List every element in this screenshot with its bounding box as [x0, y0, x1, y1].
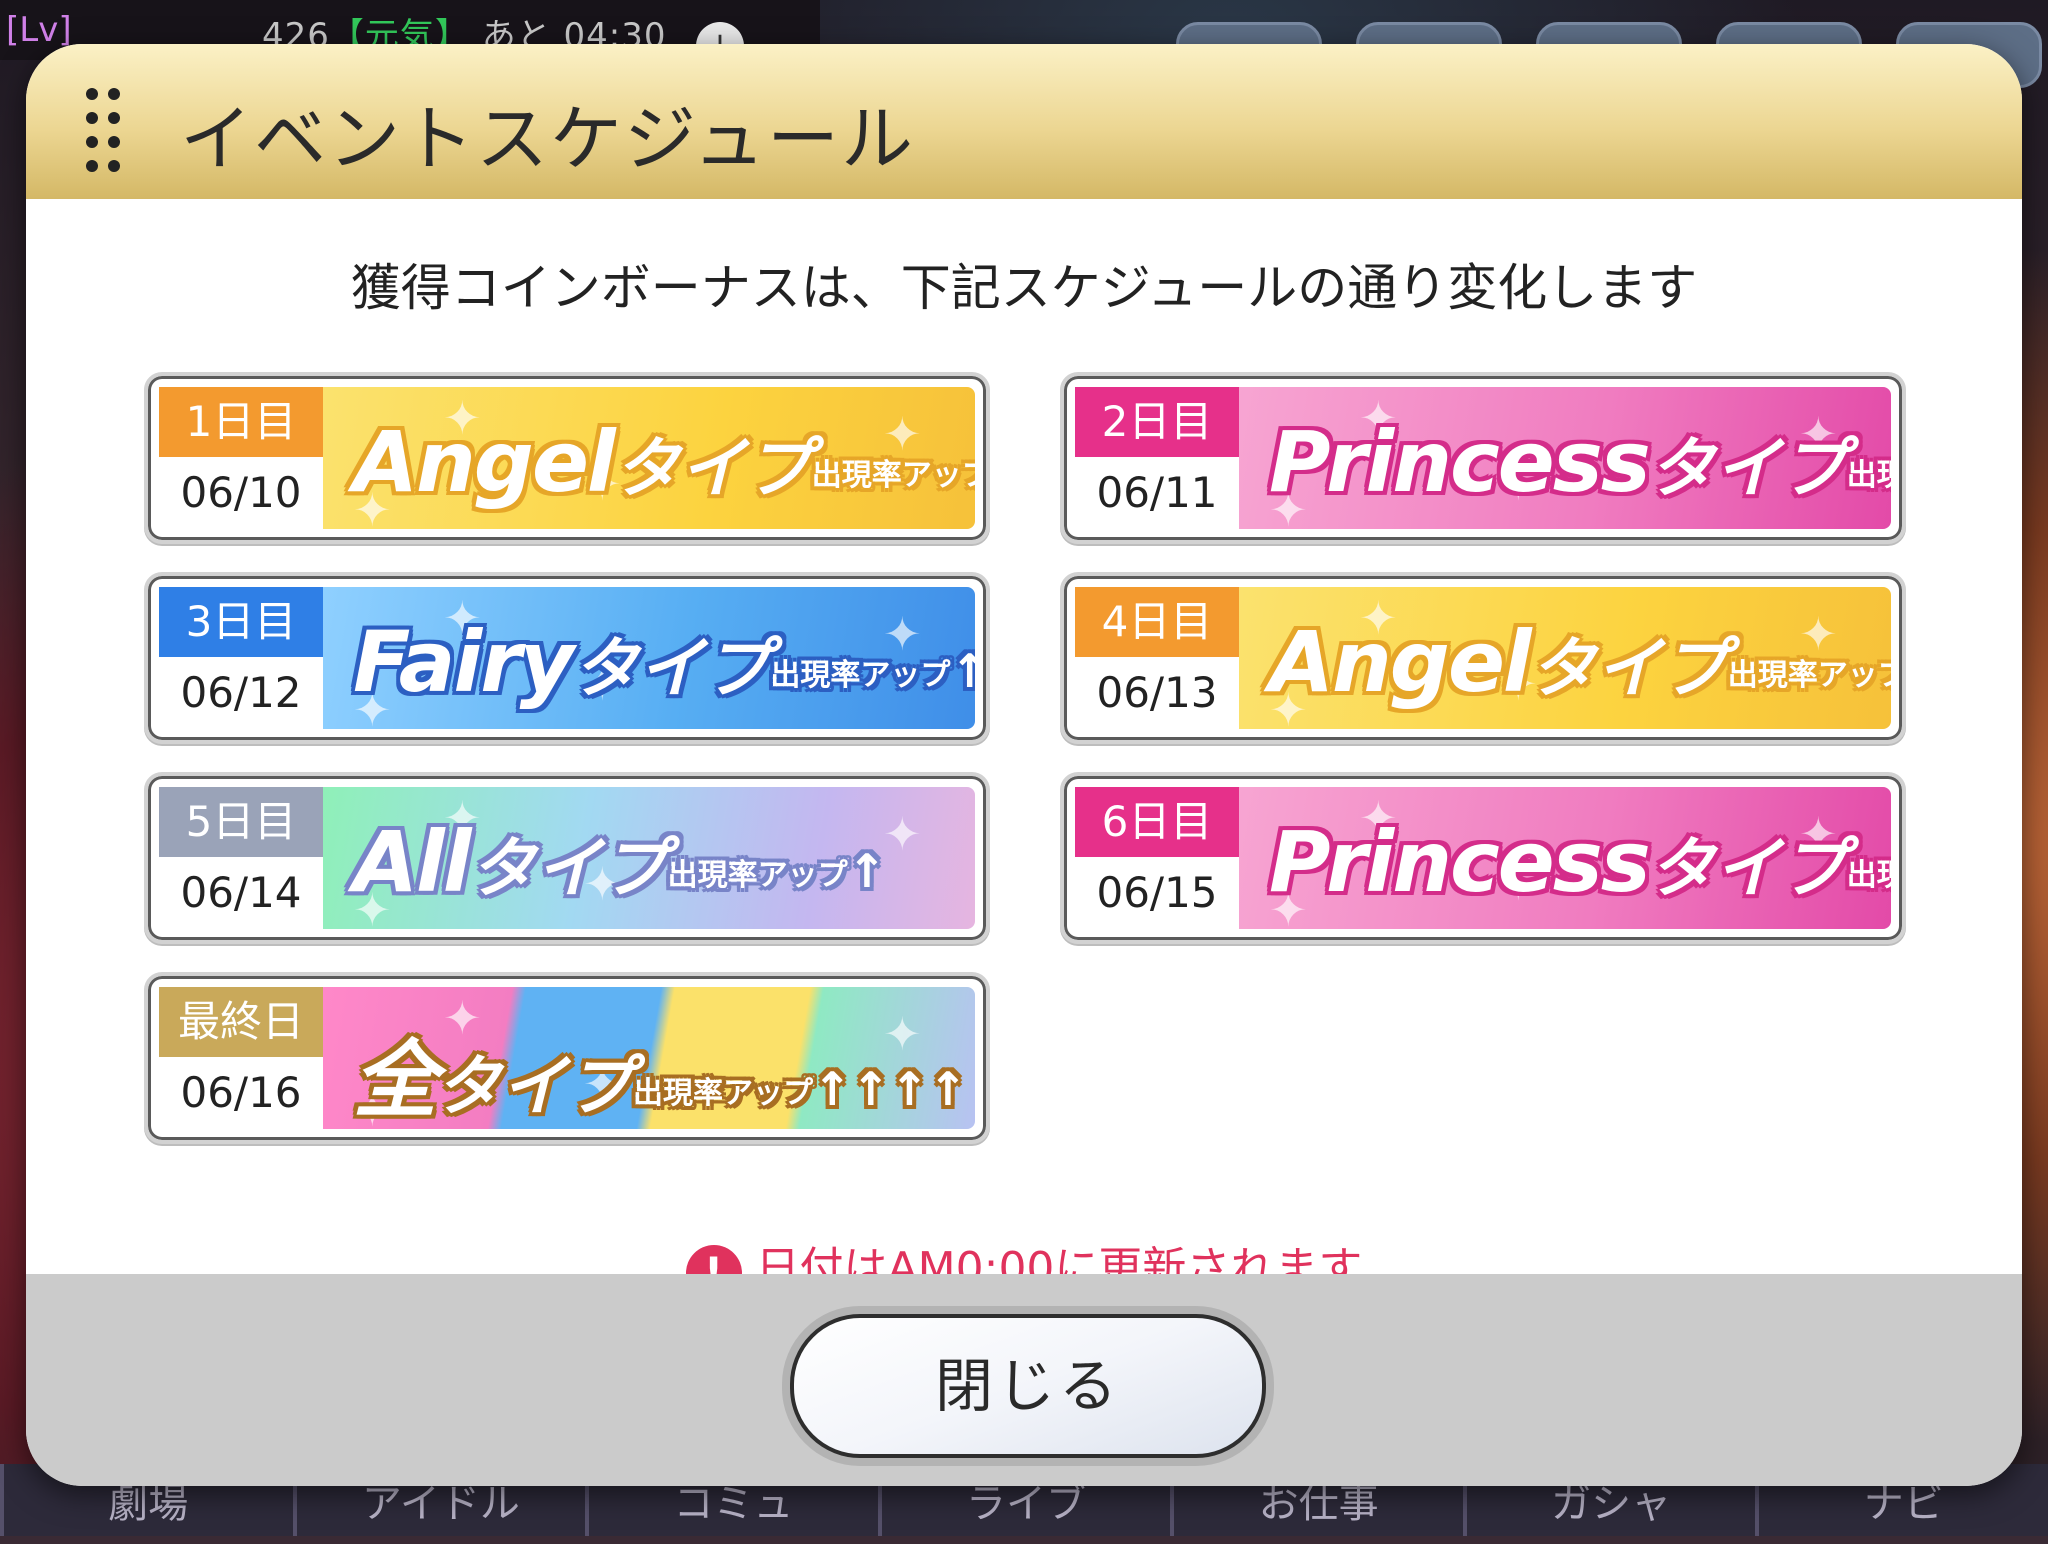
banner-label: Princessタイプ出現率アップ↑ — [1269, 813, 1891, 911]
type-suffix: タイプ — [613, 430, 812, 507]
type-suffix: タイプ — [1648, 830, 1847, 907]
type-suffix: タイプ — [1529, 630, 1728, 707]
banner-label: 全タイプ出現率アップ↑↑↑↑ — [353, 1013, 967, 1129]
type-suffix: タイプ — [469, 830, 668, 907]
type-banner: ✦✦✦✦✦Angelタイプ出現率アップ↑ — [1239, 587, 1891, 729]
day-date: 06/10 — [159, 457, 323, 529]
type-name: Princess — [1269, 413, 1651, 511]
schedule-row: 2日目06/11✦✦✦✦✦Princessタイプ出現率アップ↑ — [1060, 372, 1906, 544]
dialog-footer: 閉じる — [26, 1274, 2022, 1486]
type-suffix: タイプ — [572, 630, 771, 707]
close-button[interactable]: 閉じる — [790, 1314, 1266, 1458]
day-badge: 3日目 — [159, 587, 323, 657]
schedule-row: 5日目06/14✦✦✦✦✦Allタイプ出現率アップ↑ — [144, 772, 990, 944]
type-name: Fairy — [353, 613, 574, 711]
day-badge: 6日目 — [1075, 787, 1239, 857]
type-banner: ✦✦✦✦✦Princessタイプ出現率アップ↑ — [1239, 787, 1891, 929]
sparkle-icon: ✦ — [883, 807, 922, 861]
day-date: 06/13 — [1075, 657, 1239, 729]
schedule-row: 最終日06/16✦✦✦✦✦全タイプ出現率アップ↑↑↑↑ — [144, 972, 990, 1144]
day-badge: 最終日 — [159, 987, 323, 1057]
day-date: 06/14 — [159, 857, 323, 929]
banner-label: Princessタイプ出現率アップ↑ — [1269, 413, 1891, 511]
type-name: Angel — [1269, 613, 1532, 711]
schedule-row: 4日目06/13✦✦✦✦✦Angelタイプ出現率アップ↑ — [1060, 572, 1906, 744]
banner-label: Allタイプ出現率アップ↑ — [353, 813, 886, 911]
schedule-row: 3日目06/12✦✦✦✦✦Fairyタイプ出現率アップ↑ — [144, 572, 990, 744]
type-banner: ✦✦✦✦✦Princessタイプ出現率アップ↑ — [1239, 387, 1891, 529]
intro-text: 獲得コインボーナスは、下記スケジュールの通り変化します — [350, 259, 1698, 317]
up-arrow-icon: ↑↑↑↑ — [813, 1062, 968, 1116]
schedule-row: 1日目06/10✦✦✦✦✦Angelタイプ出現率アップ↑ — [144, 372, 990, 544]
rate-text: 出現率アップ — [667, 858, 848, 893]
type-name: 全 — [353, 1031, 437, 1129]
banner-label: Angelタイプ出現率アップ↑ — [353, 413, 975, 511]
up-arrow-icon: ↑ — [950, 644, 975, 698]
type-banner: ✦✦✦✦✦Allタイプ出現率アップ↑ — [323, 787, 975, 929]
day-date: 06/15 — [1075, 857, 1239, 929]
day-badge: 1日目 — [159, 387, 323, 457]
day-badge: 5日目 — [159, 787, 323, 857]
day-date: 06/12 — [159, 657, 323, 729]
day-badge: 4日目 — [1075, 587, 1239, 657]
banner-label: Fairyタイプ出現率アップ↑ — [353, 613, 975, 711]
type-suffix: タイプ — [1648, 430, 1847, 507]
day-badge: 2日目 — [1075, 387, 1239, 457]
banner-label: Angelタイプ出現率アップ↑ — [1269, 613, 1891, 711]
type-banner: ✦✦✦✦✦全タイプ出現率アップ↑↑↑↑ — [323, 987, 975, 1129]
type-name: Angel — [353, 413, 616, 511]
type-name: All — [353, 813, 472, 911]
day-date: 06/16 — [159, 1057, 323, 1129]
rate-text: 出現率アップ — [1846, 458, 1891, 493]
dialog-title: イベントスケジュール — [180, 97, 915, 181]
type-banner: ✦✦✦✦✦Angelタイプ出現率アップ↑ — [323, 387, 975, 529]
type-banner: ✦✦✦✦✦Fairyタイプ出現率アップ↑ — [323, 587, 975, 729]
rate-text: 出現率アップ — [1727, 658, 1891, 693]
day-date: 06/11 — [1075, 457, 1239, 529]
up-arrow-icon: ↑ — [847, 844, 887, 898]
type-suffix: タイプ — [435, 1048, 634, 1125]
drag-grip-icon — [86, 88, 130, 172]
dialog-header: イベントスケジュール — [26, 44, 2022, 199]
schedule-row: 6日目06/15✦✦✦✦✦Princessタイプ出現率アップ↑ — [1060, 772, 1906, 944]
event-schedule-dialog: イベントスケジュール 獲得コインボーナスは、下記スケジュールの通り変化します 1… — [26, 44, 2022, 1486]
rate-text: 出現率アップ — [811, 458, 975, 493]
rate-text: 出現率アップ — [1846, 858, 1891, 893]
type-name: Princess — [1269, 813, 1651, 911]
rate-text: 出現率アップ — [770, 658, 951, 693]
rate-text: 出現率アップ — [633, 1076, 814, 1111]
